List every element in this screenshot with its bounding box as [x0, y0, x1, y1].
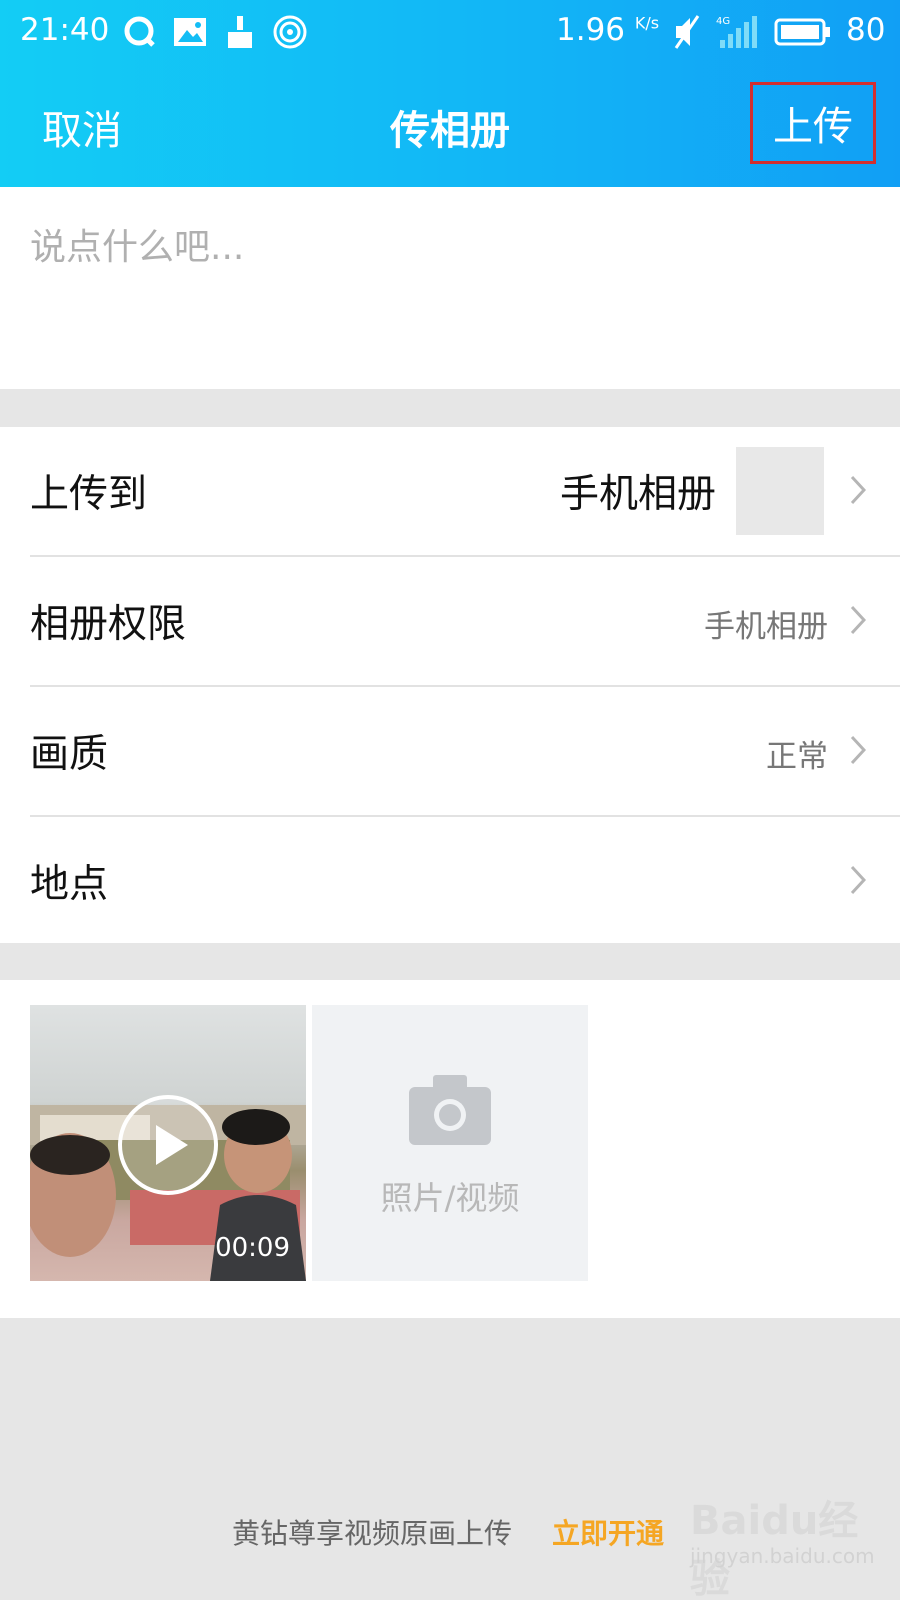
hotspot-icon [273, 15, 307, 49]
cancel-button[interactable]: 取消 [42, 98, 122, 156]
status-bar: 21:40 1.96 K/s 4G 80 [0, 0, 900, 64]
settings-list: 上传到 手机相册 相册权限 手机相册 画质 正常 地点 [0, 427, 900, 943]
status-speed-unit: K/s [634, 13, 660, 33]
watermark-url: jingyan.baidu.com [690, 1544, 875, 1568]
cleaner-icon [228, 16, 252, 48]
mute-icon [674, 15, 700, 49]
header: 21:40 1.96 K/s 4G 80 传相册 取消 上传 [0, 0, 900, 187]
row-location[interactable]: 地点 [0, 817, 900, 945]
status-system-icons: 4G [672, 14, 832, 50]
add-media-label: 照片/视频 [380, 1179, 520, 1217]
row-album-permission[interactable]: 相册权限 手机相册 [0, 557, 900, 685]
media-grid: 00:09 照片/视频 [0, 980, 900, 1318]
permission-label: 相册权限 [30, 602, 187, 647]
battery-icon [774, 18, 830, 46]
chevron-right-icon [850, 735, 866, 765]
video-duration: 00:09 [215, 1233, 290, 1263]
chevron-right-icon [850, 475, 866, 505]
video-thumbnail[interactable]: 00:09 [30, 1005, 306, 1281]
status-time: 21:40 [20, 12, 110, 48]
quality-label: 画质 [30, 732, 109, 777]
status-notification-icons [122, 14, 308, 50]
signal-icon: 4G [716, 16, 757, 48]
baidu-watermark: Baidu经验 jingyan.baidu.com [690, 1488, 875, 1600]
activate-link[interactable]: 立即开通 [552, 1512, 664, 1552]
quality-value: 正常 [766, 739, 828, 775]
permission-value: 手机相册 [704, 609, 828, 645]
location-label: 地点 [30, 862, 109, 907]
promo-text: 黄钻尊享视频原画上传 [232, 1517, 513, 1550]
play-icon [118, 1095, 218, 1195]
chevron-right-icon [850, 605, 866, 635]
network-type: 4G [716, 16, 730, 27]
upload-to-label: 上传到 [30, 472, 148, 517]
caption-input[interactable] [30, 227, 870, 268]
battery-level: 80 [846, 12, 886, 48]
upload-button[interactable]: 上传 [750, 82, 876, 164]
compose-area [0, 187, 900, 389]
upload-to-value: 手机相册 [559, 472, 716, 517]
row-quality[interactable]: 画质 正常 [0, 687, 900, 815]
status-speed: 1.96 K/s [556, 12, 659, 48]
add-photo-video-button[interactable]: 照片/视频 [312, 1005, 588, 1281]
album-cover-thumbnail [736, 447, 824, 535]
status-speed-value: 1.96 [556, 12, 626, 48]
image-icon [174, 18, 206, 46]
row-upload-to[interactable]: 上传到 手机相册 [0, 427, 900, 555]
qq-icon [124, 16, 155, 47]
chevron-right-icon [850, 865, 866, 895]
camera-icon [409, 1075, 491, 1145]
